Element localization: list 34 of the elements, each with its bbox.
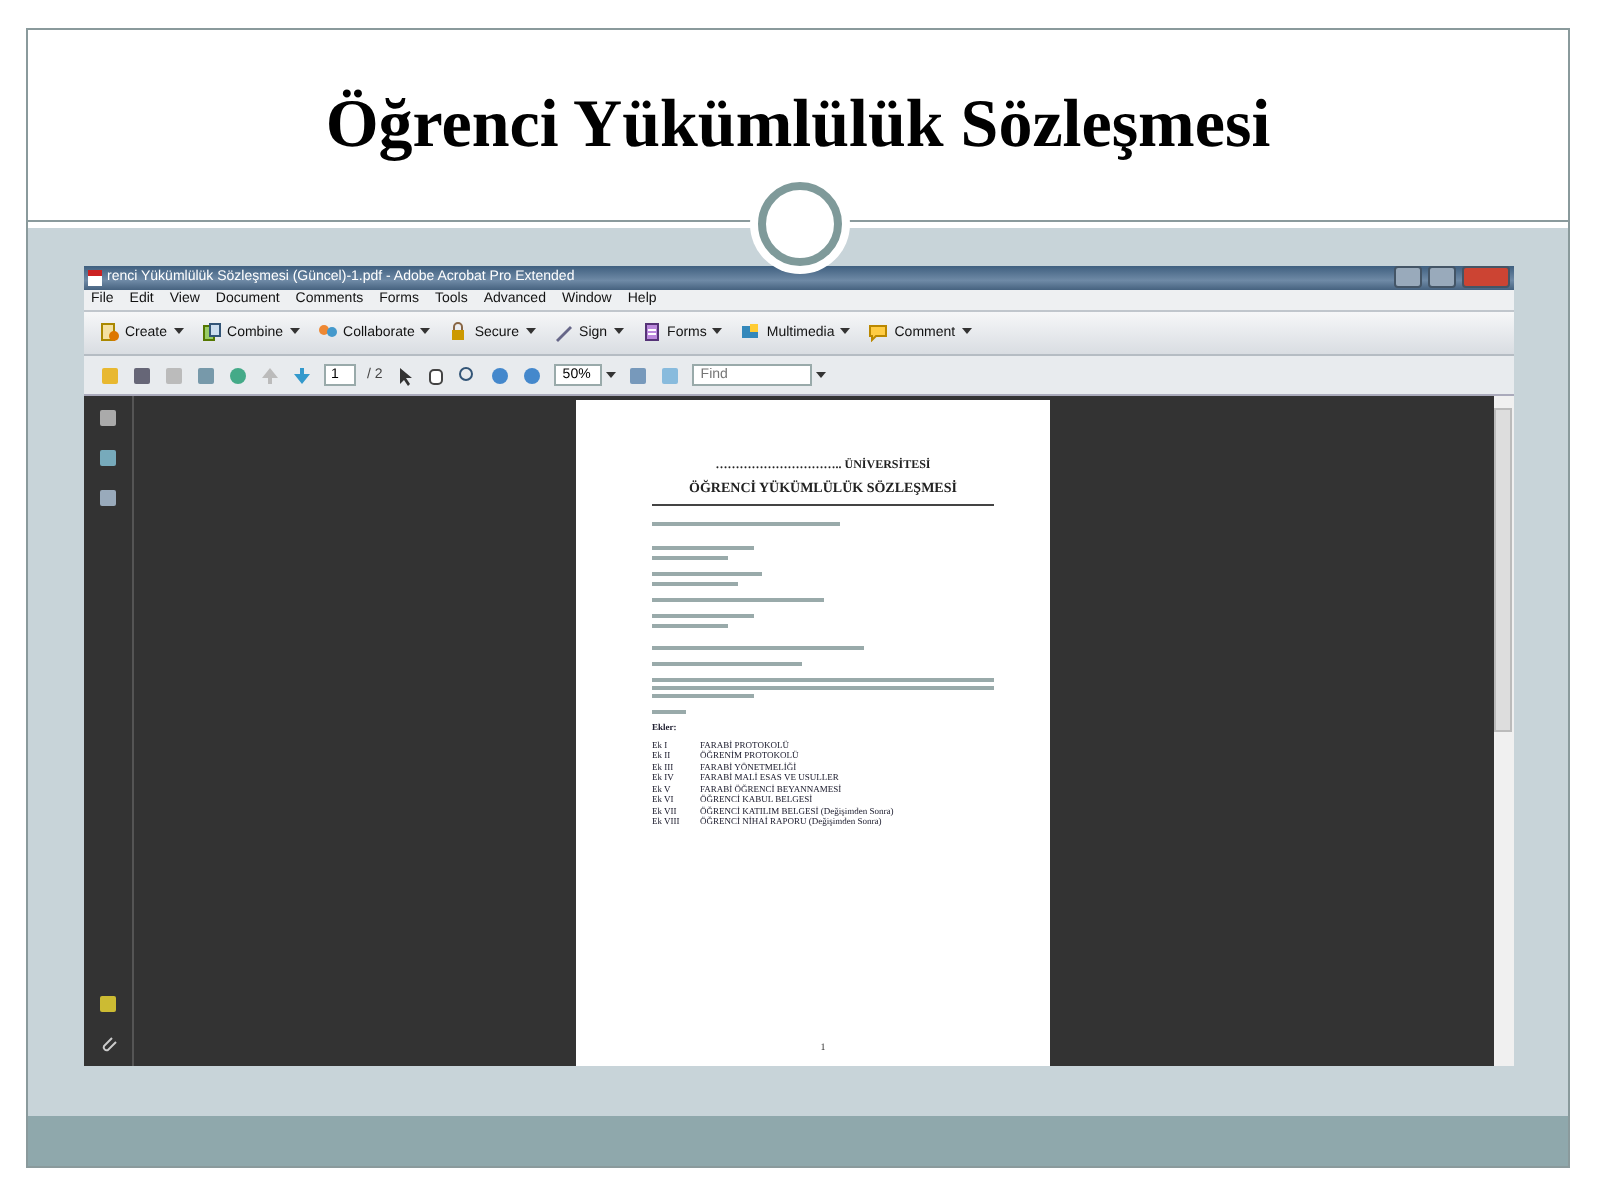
text-line — [652, 582, 738, 587]
speech-bubble-icon[interactable] — [868, 322, 889, 343]
text-line — [652, 614, 755, 619]
caret-icon[interactable] — [961, 328, 972, 337]
padlock-icon[interactable] — [448, 322, 469, 343]
pdf-file-icon — [87, 269, 101, 286]
caret-icon[interactable] — [816, 371, 827, 380]
maximize-button[interactable] — [1427, 266, 1455, 289]
form-icon[interactable] — [641, 322, 662, 343]
text-line — [652, 572, 762, 577]
caret-icon[interactable] — [613, 328, 624, 337]
text-line — [652, 694, 755, 699]
caret-icon[interactable] — [840, 328, 851, 337]
text-line — [652, 546, 755, 551]
documents-icon[interactable] — [201, 322, 222, 343]
text-line — [652, 624, 728, 629]
text-line — [652, 556, 728, 561]
caret-icon[interactable] — [289, 328, 300, 337]
text-line — [652, 710, 687, 715]
magnifier-icon[interactable] — [458, 365, 479, 386]
paperclip-icon[interactable] — [97, 1034, 117, 1055]
caret-icon[interactable] — [173, 328, 184, 337]
slide-title: Öğrenci Yükümlülük Sözleşmesi — [325, 87, 1271, 163]
down-arrow-icon[interactable] — [291, 365, 311, 386]
caret-icon[interactable] — [712, 328, 723, 337]
cursor-icon[interactable] — [394, 365, 415, 386]
caret-icon[interactable] — [606, 371, 617, 380]
document-plus-icon[interactable] — [99, 322, 119, 343]
scrollbar[interactable] — [1493, 396, 1513, 1067]
caret-icon[interactable] — [525, 328, 536, 337]
pen-icon[interactable] — [553, 322, 574, 343]
caret-icon[interactable] — [420, 328, 431, 337]
people-icon[interactable] — [317, 322, 338, 343]
minimize-button[interactable] — [1393, 266, 1421, 289]
